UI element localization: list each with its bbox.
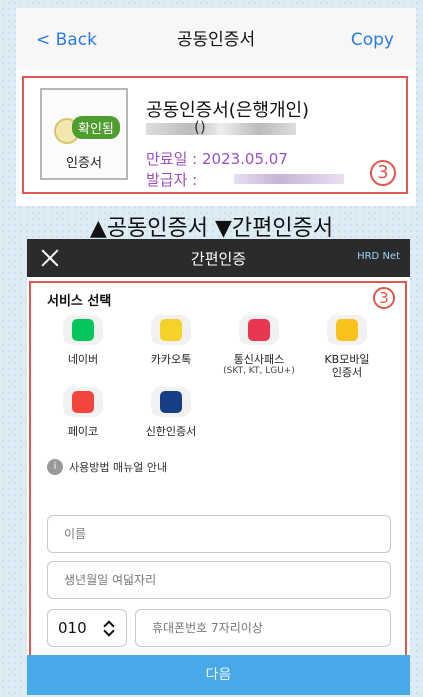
phone-prefix-select[interactable]: 010 <box>47 609 127 647</box>
service-label: 신한인증서 <box>145 425 197 438</box>
certificate-card[interactable]: 확인됨 인증서 공동인증서(은행개인) () 만료일 : 2023.05.07 … <box>22 76 408 194</box>
verified-badge: 확인됨 <box>72 116 120 139</box>
redacted-issuer <box>234 174 344 184</box>
manual-guide-label: 사용방법 매뉴얼 안내 <box>69 461 168 474</box>
service-label: 카카오톡 <box>150 353 192 366</box>
header-bar: 간편인증 HRD Net <box>27 239 410 277</box>
certificate-screen: < Back 공동인증서 Copy 확인됨 인증서 공동인증서(은행개인) ()… <box>16 8 416 206</box>
service-payco[interactable]: 페이코 <box>39 387 127 438</box>
navbar: < Back 공동인증서 Copy <box>16 8 416 70</box>
service-label: 네이버 <box>67 353 99 366</box>
service-selection-panel: 서비스 선택 3 네이버 카카오톡 통신사패스 (SKT, KT, LGU+) … <box>29 281 407 661</box>
info-icon: i <box>47 459 63 475</box>
chevron-updown-icon <box>104 621 114 635</box>
service-pass[interactable]: 통신사패스 (SKT, KT, LGU+) <box>215 315 303 377</box>
manual-guide-link[interactable]: i 사용방법 매뉴얼 안내 <box>47 459 167 475</box>
service-sublabel: 인증서 <box>331 366 363 379</box>
service-shinhan[interactable]: 신한인증서 <box>127 387 215 438</box>
service-label: KB모바일 <box>324 353 370 366</box>
expiry-date: 만료일 : 2023.05.07 <box>146 150 288 168</box>
next-button[interactable]: 다음 <box>27 655 410 695</box>
certificate-name: 공동인증서(은행개인) <box>146 100 310 121</box>
service-label: 페이코 <box>67 425 99 438</box>
header-title: 간편인증 <box>190 250 247 268</box>
birthdate-input[interactable]: 생년월일 여덟자리 <box>47 561 391 599</box>
certificate-icon-label: 인증서 <box>66 156 102 171</box>
service-kb[interactable]: KB모바일 인증서 <box>303 315 391 379</box>
kb-icon <box>327 315 367 345</box>
redacted-owner <box>146 123 296 135</box>
service-naver[interactable]: 네이버 <box>39 315 127 366</box>
simple-auth-screen: 간편인증 HRD Net 서비스 선택 3 네이버 카카오톡 통신사패스 (SK… <box>27 239 410 695</box>
step-marker: 3 <box>370 160 396 186</box>
naver-icon <box>63 315 103 345</box>
phone-number-input[interactable]: 휴대폰번호 7자리이상 <box>135 609 391 647</box>
name-input[interactable]: 이름 <box>47 515 391 553</box>
service-selection-title: 서비스 선택 <box>47 294 112 309</box>
issuer-label: 발급자 : <box>146 171 198 189</box>
step-marker: 3 <box>373 287 395 309</box>
shinhan-icon <box>151 387 191 417</box>
payco-icon <box>63 387 103 417</box>
service-kakaotalk[interactable]: 카카오톡 <box>127 315 215 366</box>
kakaotalk-icon <box>151 315 191 345</box>
owner-parenthesis: () <box>194 118 206 136</box>
phone-prefix-value: 010 <box>58 619 87 637</box>
pass-icon <box>239 315 279 345</box>
service-label: 통신사패스 <box>233 353 285 366</box>
copy-button[interactable]: Copy <box>351 30 394 50</box>
comparison-caption: ▲공동인증서 ▼간편인증서 <box>89 216 334 241</box>
hrd-net-logo: HRD Net <box>357 251 400 262</box>
certificate-icon: 확인됨 인증서 <box>40 88 128 180</box>
service-sublabel: (SKT, KT, LGU+) <box>223 366 295 376</box>
